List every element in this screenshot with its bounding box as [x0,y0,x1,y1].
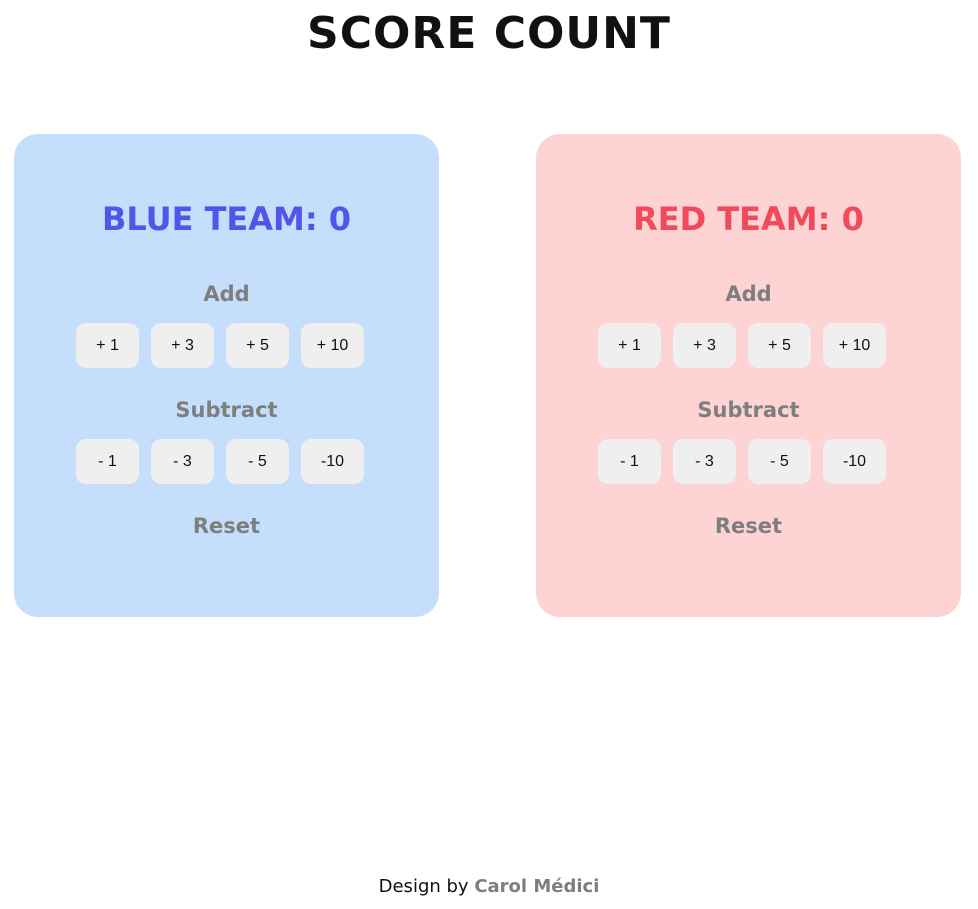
blue-subtract-1-button[interactable]: - 1 [76,439,139,484]
red-reset-button[interactable]: Reset [536,514,961,538]
red-team-heading: RED TEAM: 0 [536,200,961,238]
red-subtract-10-button[interactable]: -10 [823,439,886,484]
blue-add-10-button[interactable]: + 10 [301,323,364,368]
blue-subtract-label: Subtract [175,398,278,422]
blue-add-5-button[interactable]: + 5 [226,323,289,368]
red-team-score: 0 [841,200,864,238]
red-add-3-button[interactable]: + 3 [673,323,736,368]
red-add-5-button[interactable]: + 5 [748,323,811,368]
blue-team-card: BLUE TEAM: 0 Add + 1 + 3 + 5 + 10 Subtra… [14,134,439,617]
red-subtract-label: Subtract [697,398,800,422]
blue-subtract-3-button[interactable]: - 3 [151,439,214,484]
red-add-buttons: + 1 + 3 + 5 + 10 [598,323,898,368]
red-add-label: Add [725,282,772,306]
page-title: SCORE COUNT [307,8,671,59]
blue-subtract-10-button[interactable]: -10 [301,439,364,484]
blue-add-buttons: + 1 + 3 + 5 + 10 [76,323,376,368]
red-subtract-buttons: - 1 - 3 - 5 -10 [598,439,898,484]
red-team-card: RED TEAM: 0 Add + 1 + 3 + 5 + 10 Subtrac… [536,134,961,617]
blue-reset-button[interactable]: Reset [14,514,439,538]
footer-author-link[interactable]: Carol Médici [474,876,599,897]
blue-add-1-button[interactable]: + 1 [76,323,139,368]
red-subtract-1-button[interactable]: - 1 [598,439,661,484]
blue-team-heading: BLUE TEAM: 0 [14,200,439,238]
blue-subtract-5-button[interactable]: - 5 [226,439,289,484]
red-subtract-5-button[interactable]: - 5 [748,439,811,484]
footer-prefix: Design by [378,876,469,897]
red-add-10-button[interactable]: + 10 [823,323,886,368]
red-add-1-button[interactable]: + 1 [598,323,661,368]
footer: Design by Carol Médici [0,876,978,897]
blue-add-3-button[interactable]: + 3 [151,323,214,368]
red-subtract-3-button[interactable]: - 3 [673,439,736,484]
blue-subtract-buttons: - 1 - 3 - 5 -10 [76,439,376,484]
blue-add-label: Add [203,282,250,306]
blue-team-label: BLUE TEAM: [101,200,318,238]
red-team-label: RED TEAM: [633,200,831,238]
blue-team-score: 0 [328,200,352,238]
